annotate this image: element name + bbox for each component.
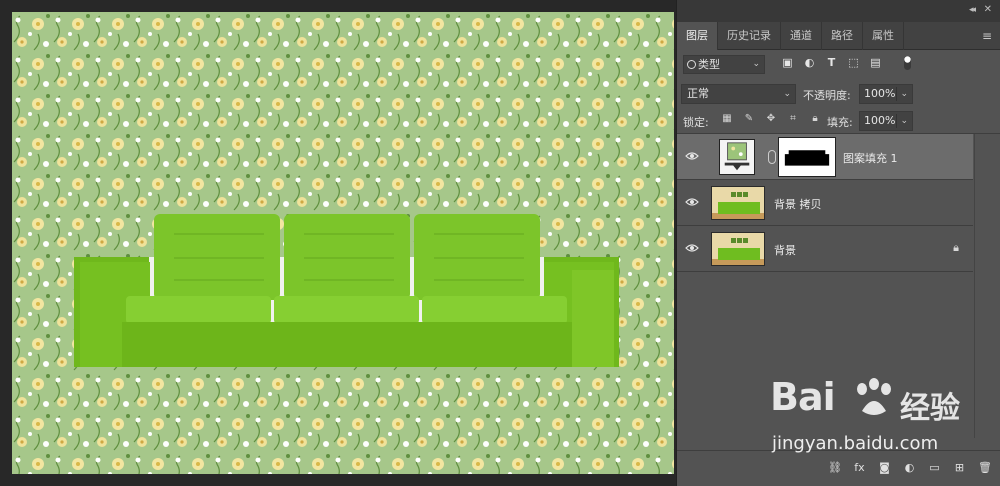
panel-title-bar[interactable]: ◂◂ ✕ <box>677 0 1000 22</box>
opacity-field[interactable]: 100% ⌄ <box>859 84 913 104</box>
blend-mode-value: 正常 <box>687 87 709 100</box>
panel-tabs: 图层 历史记录 通道 路径 属性 ≡ <box>677 22 1000 50</box>
blend-mode-select[interactable]: 正常 ⌄ <box>681 84 796 104</box>
smart-object-filter-icon[interactable]: ▤ <box>869 56 882 69</box>
search-icon <box>687 60 696 69</box>
pattern-fill-icon <box>724 142 750 171</box>
collapse-panel-icon[interactable]: ◂◂ <box>969 5 976 15</box>
layers-bottom-bar: ⛓ fx ◙ ◐ ▭ ⊞ 🗑︎ <box>677 450 1000 486</box>
blend-row: 正常 ⌄ 不透明度: 100% ⌄ <box>677 79 1000 106</box>
opacity-value: 100% <box>864 87 896 100</box>
close-panel-icon[interactable]: ✕ <box>984 4 992 15</box>
chevron-down-icon: ⌄ <box>900 89 908 99</box>
lock-icons: ▦ ✎ ✥ ⌗ 🔒︎ <box>721 113 821 125</box>
filter-toggle-icon[interactable] <box>903 55 912 71</box>
filter-row: 类型 ⌄ ▣ ◐ T ⬚ ▤ <box>677 50 1000 79</box>
chevron-down-icon: ⌄ <box>783 89 791 99</box>
link-layers-icon[interactable]: ⛓ <box>828 461 842 474</box>
layer-name[interactable]: 背景 <box>774 242 796 258</box>
layers-scrollbar[interactable] <box>974 134 1000 438</box>
adjustment-layer-icon[interactable]: ◐ <box>903 461 916 474</box>
panel-menu-icon[interactable]: ≡ <box>982 29 992 43</box>
layer-name[interactable]: 背景 拷贝 <box>774 196 822 212</box>
tab-history[interactable]: 历史记录 <box>718 22 781 50</box>
photoshop-window: ◂◂ ✕ 图层 历史记录 通道 路径 属性 ≡ 类型 ⌄ ▣ ◐ T ⬚ ▤ 正… <box>0 0 1000 486</box>
type-layer-filter-icon[interactable]: T <box>825 56 838 69</box>
mask-shape <box>781 140 833 174</box>
visibility-eye-icon[interactable] <box>685 243 699 253</box>
canvas-area[interactable] <box>0 0 676 486</box>
chevron-down-icon: ⌄ <box>752 59 760 69</box>
lock-label: 锁定: <box>683 116 709 129</box>
link-chain-icon[interactable] <box>768 150 776 164</box>
lock-artboard-icon[interactable]: ⌗ <box>787 113 799 125</box>
lock-icon: 🔒︎ <box>953 241 959 254</box>
layer-style-icon[interactable]: fx <box>853 461 866 474</box>
add-mask-icon[interactable]: ◙ <box>878 461 891 474</box>
tab-properties[interactable]: 属性 <box>863 22 904 50</box>
new-group-icon[interactable]: ▭ <box>928 461 941 474</box>
new-layer-icon[interactable]: ⊞ <box>953 461 966 474</box>
pixel-layer-filter-icon[interactable]: ▣ <box>781 56 794 69</box>
delete-layer-icon[interactable]: 🗑︎ <box>978 461 992 474</box>
fill-field[interactable]: 100% ⌄ <box>859 111 913 131</box>
layer-row-background[interactable]: 背景 🔒︎ <box>677 226 973 272</box>
tab-paths[interactable]: 路径 <box>822 22 863 50</box>
layer-thumbnail[interactable] <box>711 232 765 266</box>
layer-row-pattern-fill[interactable]: 图案填充 1 <box>677 134 973 180</box>
divider <box>896 87 897 101</box>
filter-icons: ▣ ◐ T ⬚ ▤ <box>781 56 882 69</box>
green-sofa-image <box>74 214 619 367</box>
lock-all-icon[interactable]: 🔒︎ <box>809 113 821 125</box>
lock-transparent-pixels-icon[interactable]: ▦ <box>721 113 733 125</box>
visibility-eye-icon[interactable] <box>685 151 699 161</box>
opacity-label: 不透明度: <box>803 89 851 102</box>
fill-label: 填充: <box>827 116 853 129</box>
lock-image-pixels-icon[interactable]: ✎ <box>743 113 755 125</box>
tab-channels[interactable]: 通道 <box>781 22 822 50</box>
lock-row: 锁定: ▦ ✎ ✥ ⌗ 🔒︎ 填充: 100% ⌄ <box>677 106 1000 134</box>
layer-name[interactable]: 图案填充 1 <box>843 150 898 166</box>
adjustment-layer-filter-icon[interactable]: ◐ <box>803 56 816 69</box>
document-canvas[interactable] <box>12 12 674 474</box>
tab-layers[interactable]: 图层 <box>677 22 718 50</box>
visibility-eye-icon[interactable] <box>685 197 699 207</box>
layer-row-background-copy[interactable]: 背景 拷贝 <box>677 180 973 226</box>
layer-thumbnail[interactable] <box>711 186 765 220</box>
bottom-icons: ⛓ fx ◙ ◐ ▭ ⊞ 🗑︎ <box>828 461 992 474</box>
fill-value: 100% <box>864 114 896 127</box>
filter-kind-label: 类型 <box>698 58 720 71</box>
chevron-down-icon: ⌄ <box>900 116 908 126</box>
pattern-fill-thumbnail[interactable] <box>719 139 755 175</box>
layers-panel: ◂◂ ✕ 图层 历史记录 通道 路径 属性 ≡ 类型 ⌄ ▣ ◐ T ⬚ ▤ 正… <box>676 0 1000 486</box>
lock-position-icon[interactable]: ✥ <box>765 113 777 125</box>
room-sofa-thumbnail <box>712 233 764 265</box>
layer-kind-filter[interactable]: 类型 ⌄ <box>683 55 765 74</box>
room-sofa-thumbnail <box>712 187 764 219</box>
shape-layer-filter-icon[interactable]: ⬚ <box>847 56 860 69</box>
layers-list: 图案填充 1 背景 拷贝 背景 🔒︎ <box>677 134 973 272</box>
divider <box>896 114 897 128</box>
layer-mask-thumbnail[interactable] <box>778 137 836 177</box>
